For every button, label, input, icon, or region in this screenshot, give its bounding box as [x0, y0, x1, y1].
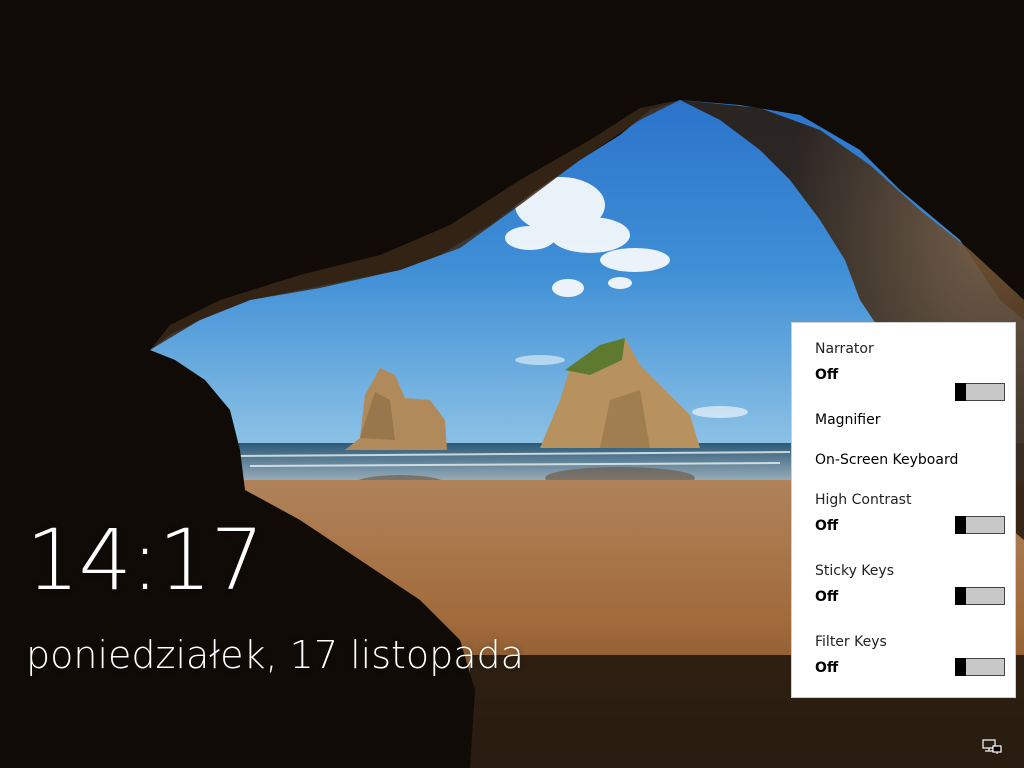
toggle-knob: [955, 516, 966, 534]
filter-keys-toggle[interactable]: [955, 658, 1005, 676]
high-contrast-toggle[interactable]: [955, 516, 1005, 534]
sticky-keys-toggle[interactable]: [955, 587, 1005, 605]
high-contrast-label: High Contrast: [815, 492, 912, 508]
lock-screen-date: poniedziałek, 17 listopada: [26, 633, 524, 677]
narrator-state: Off: [815, 367, 839, 383]
toggle-knob: [955, 383, 966, 401]
sticky-keys-state: Off: [815, 589, 839, 605]
narrator-toggle[interactable]: [955, 383, 1005, 401]
sticky-keys-option: Sticky Keys Off: [815, 563, 1015, 605]
magnifier-option[interactable]: Magnifier: [815, 412, 1015, 428]
sticky-keys-label: Sticky Keys: [815, 563, 894, 579]
high-contrast-state: Off: [815, 518, 839, 534]
ease-of-access-panel: Narrator Off Magnifier On-Screen Keyboar…: [791, 322, 1016, 698]
filter-keys-state: Off: [815, 660, 839, 676]
narrator-option: Narrator Off: [815, 341, 1015, 401]
high-contrast-option: High Contrast Off: [815, 492, 1015, 534]
toggle-knob: [955, 658, 966, 676]
onscreen-keyboard-option[interactable]: On-Screen Keyboard: [815, 452, 1015, 468]
lock-screen-time: 14:17: [26, 511, 264, 609]
filter-keys-label: Filter Keys: [815, 634, 887, 650]
toggle-knob: [955, 587, 966, 605]
filter-keys-option: Filter Keys Off: [815, 634, 1015, 676]
narrator-label: Narrator: [815, 341, 874, 357]
network-icon[interactable]: [982, 739, 1002, 755]
